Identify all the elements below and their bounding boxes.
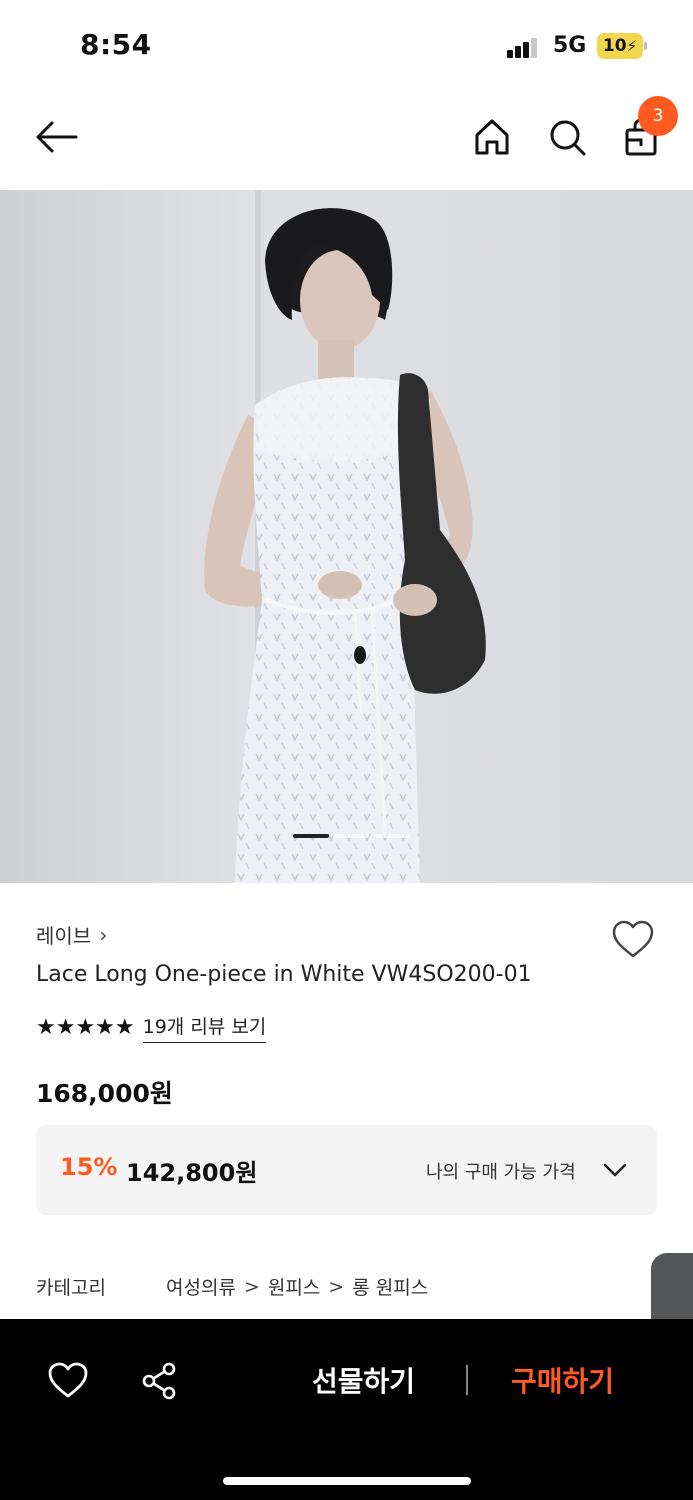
cart-count-badge: 3 bbox=[638, 96, 678, 136]
discount-rate: 15% bbox=[60, 1153, 118, 1181]
home-indicator[interactable] bbox=[223, 1477, 471, 1485]
heart-icon[interactable] bbox=[610, 918, 656, 962]
discount-price-box[interactable]: 15% 142,800원 나의 구매 가능 가격 bbox=[36, 1125, 657, 1215]
product-image[interactable] bbox=[0, 190, 693, 883]
chevron-right-icon: > bbox=[243, 1275, 260, 1298]
status-time: 8:54 bbox=[80, 28, 152, 61]
discount-price: 142,800원 bbox=[126, 1159, 258, 1187]
pagination-dot[interactable] bbox=[373, 834, 409, 838]
battery-icon: 10 ⚡ bbox=[597, 33, 647, 59]
arrow-left-icon[interactable] bbox=[30, 112, 82, 162]
chevron-right-icon: › bbox=[99, 922, 108, 947]
status-bar: 8:54 5G 10 ⚡ bbox=[0, 0, 693, 90]
category-item[interactable]: 롱 원피스 bbox=[352, 1273, 428, 1300]
category-item[interactable]: 여성의류 bbox=[166, 1273, 236, 1300]
review-link[interactable]: 19개 리뷰 보기 bbox=[142, 1012, 267, 1043]
chevron-right-icon: > bbox=[328, 1275, 345, 1298]
category-breadcrumb: 여성의류 > 원피스 > 롱 원피스 bbox=[166, 1273, 428, 1300]
my-price-label: 나의 구매 가능 가격 bbox=[426, 1162, 576, 1183]
category-label: 카테고리 bbox=[36, 1277, 106, 1299]
brand-link[interactable]: 레이브 › bbox=[36, 920, 107, 949]
gallery-pagination bbox=[0, 834, 693, 840]
rating-row: ★★★★★ 19개 리뷰 보기 bbox=[36, 1012, 267, 1043]
product-title: Lace Long One-piece in White VW4SO200-01 bbox=[36, 962, 532, 987]
star-rating-icon: ★★★★★ bbox=[36, 1015, 135, 1040]
home-icon[interactable] bbox=[468, 112, 516, 162]
pagination-dot-active[interactable] bbox=[293, 834, 329, 838]
heart-icon[interactable] bbox=[46, 1359, 90, 1403]
signal-icon bbox=[507, 36, 543, 58]
search-icon[interactable] bbox=[543, 112, 591, 162]
pagination-dot[interactable] bbox=[333, 834, 369, 838]
share-icon[interactable] bbox=[138, 1359, 182, 1403]
category-item[interactable]: 원피스 bbox=[268, 1273, 320, 1300]
network-label: 5G bbox=[553, 33, 587, 58]
battery-level: 10 bbox=[602, 36, 627, 56]
top-nav bbox=[0, 90, 693, 190]
bottom-action-bar: 선물하기 구매하기 bbox=[0, 1319, 693, 1500]
gift-button[interactable]: 선물하기 bbox=[312, 1360, 415, 1400]
brand-name: 레이브 bbox=[36, 924, 92, 948]
category-row: 카테고리 여성의류 > 원피스 > 롱 원피스 bbox=[36, 1273, 636, 1303]
buy-button[interactable]: 구매하기 bbox=[511, 1360, 614, 1400]
original-price: 168,000원 bbox=[36, 1079, 173, 1108]
product-photo-illustration bbox=[0, 190, 693, 883]
divider bbox=[466, 1365, 468, 1395]
chevron-down-icon bbox=[603, 1163, 627, 1177]
